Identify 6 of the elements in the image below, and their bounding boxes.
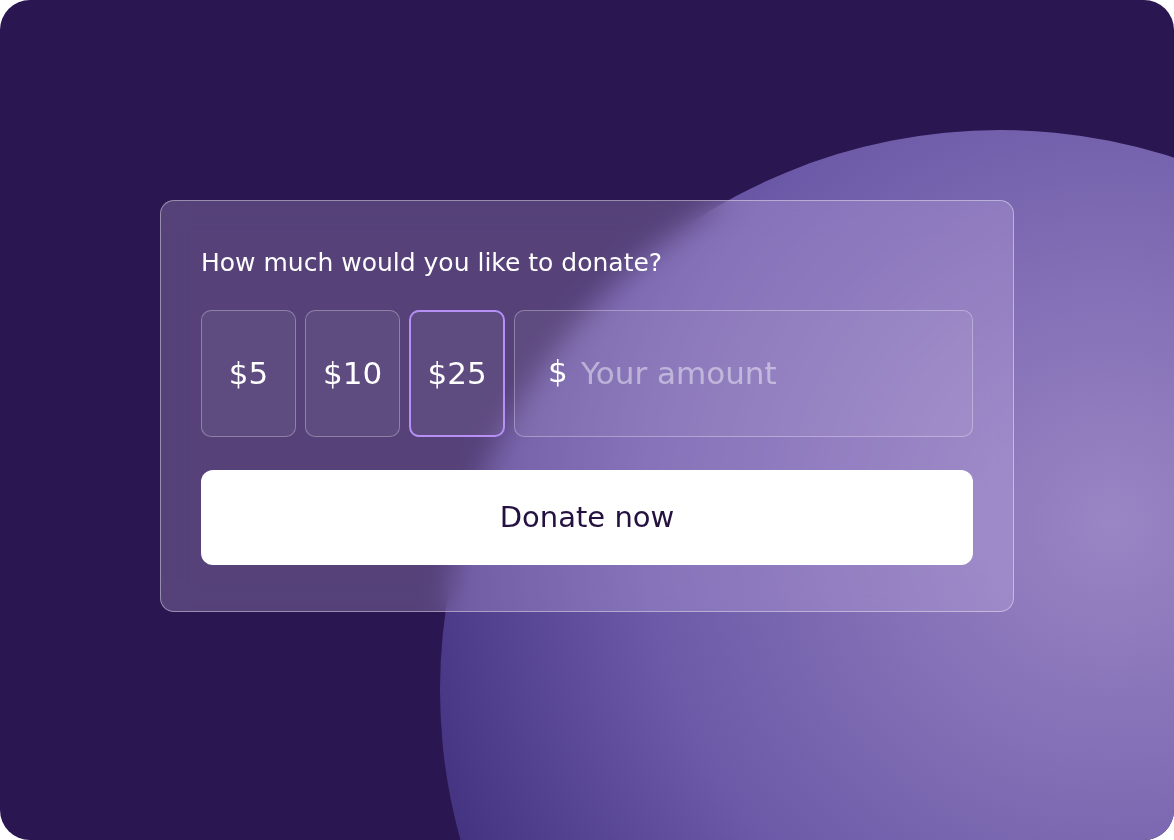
amount-option[interactable]: $25 [409,309,505,437]
amount-option[interactable]: $5 [201,309,297,437]
currency-symbol: $ [548,352,568,390]
donate-button[interactable]: Donate now [201,469,973,565]
donation-question: How much would you like to donate? [201,247,664,279]
amount-option[interactable]: $10 [305,309,401,437]
